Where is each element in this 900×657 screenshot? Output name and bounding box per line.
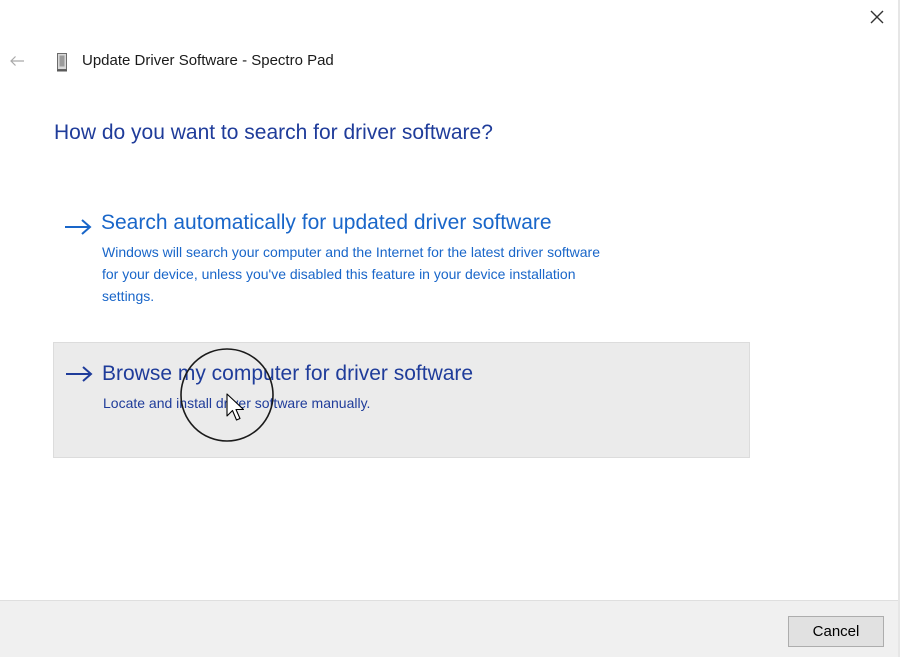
arrow-right-icon xyxy=(65,219,92,235)
cancel-button[interactable]: Cancel xyxy=(788,616,884,647)
description-line: for your device, unless you've disabled … xyxy=(102,266,576,282)
close-icon xyxy=(870,10,884,24)
dialog-footer: Cancel xyxy=(0,600,898,657)
arrow-right-icon xyxy=(66,366,93,382)
back-arrow-icon xyxy=(10,56,24,66)
close-button[interactable] xyxy=(864,4,890,30)
description-line: settings. xyxy=(102,288,155,304)
search-automatically-title: Search automatically for updated driver … xyxy=(101,211,552,234)
dialog-title: Update Driver Software - Spectro Pad xyxy=(82,52,334,69)
description-line: Windows will search your computer and th… xyxy=(102,244,600,260)
back-button[interactable] xyxy=(6,51,28,71)
description-line: Locate and install driver software manua… xyxy=(103,395,371,411)
search-automatically-description: Windows will search your computer and th… xyxy=(102,241,742,307)
browse-computer-title: Browse my computer for driver software xyxy=(102,362,474,385)
search-automatically-option[interactable]: Search automatically for updated driver … xyxy=(53,204,750,316)
page-question: How do you want to search for driver sof… xyxy=(54,121,493,144)
device-icon xyxy=(57,53,67,72)
browse-computer-description: Locate and install driver software manua… xyxy=(103,392,743,414)
browse-computer-option[interactable]: Browse my computer for driver software L… xyxy=(53,342,750,458)
update-driver-dialog: Update Driver Software - Spectro Pad How… xyxy=(0,0,900,657)
